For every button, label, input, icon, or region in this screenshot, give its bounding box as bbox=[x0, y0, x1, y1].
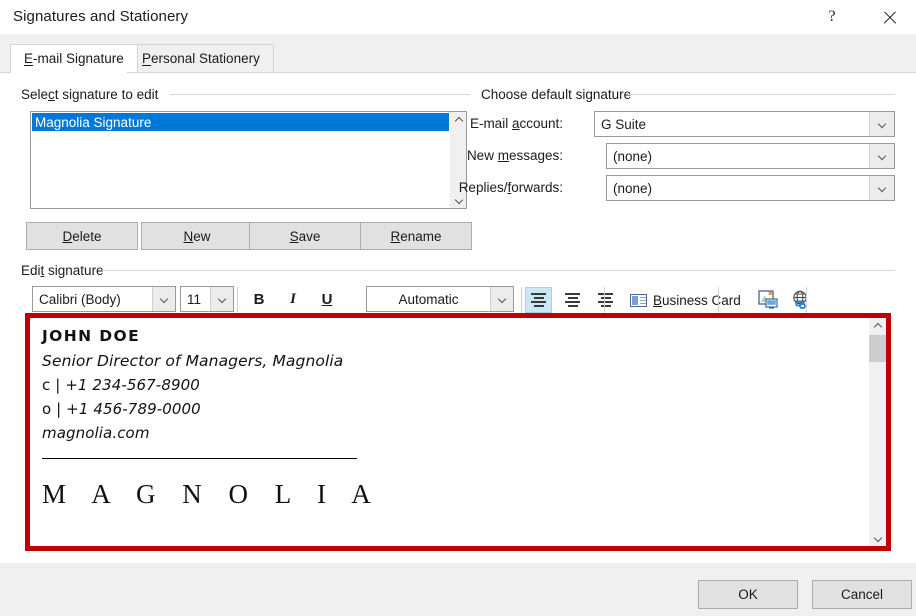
cancel-button[interactable]: Cancel bbox=[812, 580, 912, 609]
align-center-icon bbox=[565, 293, 580, 295]
tab-email-signature[interactable]: E-mail Signature bbox=[10, 44, 138, 72]
edit-signature-group-label: Edit signature bbox=[21, 263, 104, 278]
new-signature-button[interactable]: New bbox=[141, 222, 253, 250]
insert-hyperlink-button[interactable] bbox=[788, 288, 812, 312]
close-button[interactable] bbox=[866, 0, 912, 34]
help-button[interactable]: ? bbox=[809, 0, 855, 34]
close-icon bbox=[882, 10, 897, 25]
bold-icon: B bbox=[253, 291, 265, 308]
align-center-button[interactable] bbox=[559, 287, 586, 313]
replies-forwards-label: Replies/forwards: bbox=[458, 180, 563, 195]
signature-editor-highlight: JOHN DOE Senior Director of Managers, Ma… bbox=[25, 313, 891, 551]
delete-signature-button[interactable]: Delete bbox=[26, 222, 138, 250]
edit-signature-group-rule bbox=[102, 270, 895, 271]
underline-button[interactable]: U bbox=[314, 287, 340, 312]
delete-button-label: Delete bbox=[62, 228, 102, 244]
default-signature-group-label: Choose default signature bbox=[481, 87, 632, 102]
save-signature-button[interactable]: Save bbox=[249, 222, 361, 250]
font-family-value: Calibri (Body) bbox=[39, 291, 121, 307]
email-account-value: G Suite bbox=[601, 116, 647, 132]
align-left-icon bbox=[531, 293, 546, 295]
signature-title: Senior Director of Managers, Magnolia bbox=[42, 352, 344, 370]
italic-button[interactable]: I bbox=[280, 287, 306, 312]
chevron-down-icon[interactable] bbox=[869, 176, 894, 200]
editor-scroll-up-arrow[interactable] bbox=[869, 318, 886, 335]
signature-website: magnolia.com bbox=[42, 424, 150, 442]
email-account-combo[interactable]: G Suite bbox=[594, 111, 895, 137]
tab-email-signature-label: E-mail Signature bbox=[24, 51, 124, 66]
signature-name: JOHN DOE bbox=[42, 327, 141, 345]
tab-strip: E-mail Signature Personal Stationery bbox=[0, 34, 916, 72]
font-family-combo[interactable]: Calibri (Body) bbox=[32, 286, 176, 312]
question-mark-icon: ? bbox=[828, 8, 836, 25]
new-button-label: New bbox=[183, 228, 211, 244]
signature-cell-prefix: c | bbox=[42, 376, 66, 394]
signature-cell-number: +1 234-567-8900 bbox=[65, 376, 200, 394]
default-signature-group-rule bbox=[628, 94, 895, 95]
signature-editor[interactable]: JOHN DOE Senior Director of Managers, Ma… bbox=[30, 318, 869, 546]
signatures-and-stationery-dialog: Signatures and Stationery ? E-mail Signa… bbox=[0, 0, 916, 616]
tab-personal-stationery[interactable]: Personal Stationery bbox=[128, 44, 274, 72]
signature-format-toolbar: Calibri (Body) 11 B I U Automatic Busine… bbox=[26, 286, 892, 314]
font-size-value: 11 bbox=[187, 291, 202, 307]
toolbar-separator bbox=[237, 287, 238, 313]
chevron-down-icon bbox=[874, 534, 882, 542]
underline-icon: U bbox=[321, 291, 333, 308]
insert-picture-icon bbox=[758, 290, 778, 309]
chevron-down-icon bbox=[455, 196, 463, 204]
business-card-icon bbox=[630, 293, 647, 307]
insert-picture-button[interactable] bbox=[756, 288, 780, 312]
save-button-label: Save bbox=[289, 228, 321, 244]
chevron-down-icon[interactable] bbox=[869, 144, 894, 168]
signature-office-number: +1 456-789-0000 bbox=[66, 400, 201, 418]
toolbar-separator bbox=[806, 287, 807, 313]
new-messages-label: New messages: bbox=[466, 148, 563, 163]
signature-office: o | +1 456-789-0000 bbox=[42, 400, 859, 418]
chevron-down-icon[interactable] bbox=[210, 287, 233, 311]
align-left-button[interactable] bbox=[525, 287, 552, 313]
business-card-label: Business Card bbox=[653, 292, 741, 308]
title-bar: Signatures and Stationery ? bbox=[0, 0, 916, 34]
ok-button[interactable]: OK bbox=[698, 580, 798, 609]
replies-forwards-value: (none) bbox=[613, 180, 653, 196]
rename-button-label: Rename bbox=[390, 228, 442, 244]
select-signature-group-label: Select signature to edit bbox=[21, 87, 159, 102]
chevron-up-icon bbox=[874, 323, 882, 331]
signature-brand: M A G N O L I A bbox=[42, 479, 381, 509]
chevron-down-icon[interactable] bbox=[152, 287, 175, 311]
signature-divider bbox=[42, 458, 357, 459]
new-messages-combo[interactable]: (none) bbox=[606, 143, 895, 169]
toolbar-separator bbox=[718, 287, 719, 313]
editor-scrollbar[interactable] bbox=[869, 318, 886, 546]
dialog-footer: OK Cancel bbox=[0, 563, 916, 616]
toolbar-separator bbox=[521, 287, 522, 313]
toolbar-separator bbox=[604, 287, 605, 313]
align-right-button[interactable] bbox=[592, 287, 619, 313]
font-size-combo[interactable]: 11 bbox=[180, 286, 234, 312]
signature-cell: c | +1 234-567-8900 bbox=[42, 376, 859, 394]
bold-button[interactable]: B bbox=[246, 287, 272, 312]
select-signature-group-rule bbox=[170, 94, 470, 95]
italic-icon: I bbox=[290, 291, 296, 307]
new-messages-value: (none) bbox=[613, 148, 653, 164]
editor-scroll-down-arrow[interactable] bbox=[869, 529, 886, 546]
window-title: Signatures and Stationery bbox=[13, 8, 189, 25]
chevron-down-icon[interactable] bbox=[490, 287, 513, 311]
tab-personal-stationery-label: Personal Stationery bbox=[142, 51, 260, 66]
business-card-button[interactable]: Business Card bbox=[630, 288, 741, 312]
rename-signature-button[interactable]: Rename bbox=[360, 222, 472, 250]
insert-hyperlink-icon bbox=[793, 290, 807, 309]
font-color-combo[interactable]: Automatic bbox=[366, 286, 514, 312]
list-item[interactable]: Magnolia Signature bbox=[32, 113, 450, 131]
signature-listbox[interactable]: Magnolia Signature bbox=[30, 111, 467, 209]
font-color-value: Automatic bbox=[398, 291, 459, 307]
chevron-down-icon[interactable] bbox=[869, 112, 894, 136]
signature-office-prefix: o | bbox=[42, 400, 67, 418]
email-account-label: E-mail account: bbox=[469, 116, 563, 131]
editor-scroll-thumb[interactable] bbox=[869, 335, 886, 362]
replies-forwards-combo[interactable]: (none) bbox=[606, 175, 895, 201]
align-right-icon bbox=[598, 293, 613, 295]
